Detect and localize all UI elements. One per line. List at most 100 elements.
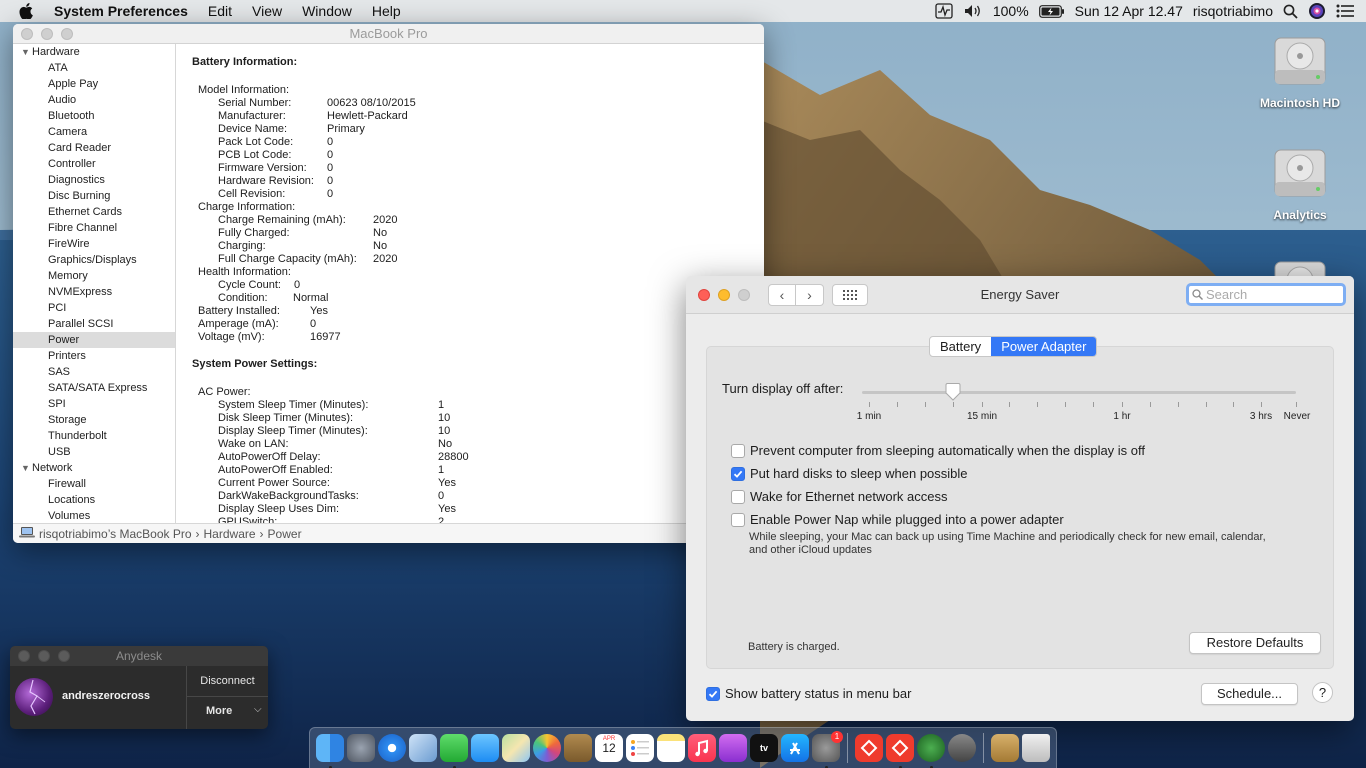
menu-view[interactable]: View: [242, 3, 292, 19]
sidebar-item-firewall[interactable]: Firewall: [13, 476, 175, 492]
path-item-power[interactable]: Power: [268, 527, 302, 541]
show-battery-checkbox[interactable]: [706, 686, 720, 701]
disk-sleep-option[interactable]: Put hard disks to sleep when possible: [731, 466, 968, 481]
sidebar-item-firewire[interactable]: FireWire: [13, 236, 175, 252]
sidebar-item-usb[interactable]: USB: [13, 444, 175, 460]
music-icon[interactable]: [688, 734, 716, 762]
battery-percentage[interactable]: 100%: [993, 3, 1029, 19]
facetime-icon[interactable]: [440, 734, 468, 768]
reminders-icon[interactable]: [626, 734, 654, 762]
sidebar-item-ata[interactable]: ATA: [13, 60, 175, 76]
menubar-username[interactable]: risqotriabimo: [1193, 3, 1273, 19]
desktop-icon-analytics[interactable]: Analytics: [1245, 144, 1355, 222]
display-off-slider-thumb[interactable]: [945, 383, 961, 401]
forward-button[interactable]: ›: [796, 283, 824, 306]
chevron-down-icon[interactable]: ⌵: [254, 704, 262, 715]
sidebar-item-printers[interactable]: Printers: [13, 348, 175, 364]
sidebar-item-parallel-scsi[interactable]: Parallel SCSI: [13, 316, 175, 332]
path-item-hardware[interactable]: Hardware: [204, 527, 256, 541]
menubar-clock[interactable]: Sun 12 Apr 12.47: [1075, 3, 1183, 19]
disclosure-triangle-icon[interactable]: ▼: [21, 44, 32, 60]
trash-icon[interactable]: [1022, 734, 1050, 762]
wake-ethernet-checkbox[interactable]: [731, 489, 745, 504]
disk-sleep-checkbox[interactable]: [731, 466, 745, 481]
notefile-icon[interactable]: [564, 734, 592, 762]
sidebar-item-ethernet-cards[interactable]: Ethernet Cards: [13, 204, 175, 220]
show-all-button[interactable]: [832, 283, 868, 306]
more-button[interactable]: More: [206, 705, 232, 717]
app-menu[interactable]: System Preferences: [54, 3, 198, 19]
sidebar-item-camera[interactable]: Camera: [13, 124, 175, 140]
search-input[interactable]: [1206, 287, 1336, 302]
sidebar-item-sas[interactable]: SAS: [13, 364, 175, 380]
sidebar-item-audio[interactable]: Audio: [13, 92, 175, 108]
siri-icon[interactable]: [1308, 2, 1326, 20]
archive-utility-icon[interactable]: [991, 734, 1019, 762]
apple-menu-icon[interactable]: [19, 3, 39, 19]
volume-icon[interactable]: [963, 3, 983, 19]
zoom-button[interactable]: [738, 288, 750, 301]
notification-center-icon[interactable]: [1336, 4, 1354, 18]
maps-icon[interactable]: [502, 734, 530, 762]
prevent-sleep-checkbox[interactable]: [731, 443, 745, 458]
launchpad-icon[interactable]: [347, 734, 375, 762]
menu-window[interactable]: Window: [292, 3, 362, 19]
tree-group-network[interactable]: ▼ Network: [13, 460, 175, 476]
calendar-icon[interactable]: APR 12: [595, 734, 623, 762]
activity-monitor-icon[interactable]: [935, 3, 953, 19]
globe-icon[interactable]: [917, 734, 945, 768]
sidebar-item-sata-sata-express[interactable]: SATA/SATA Express: [13, 380, 175, 396]
schedule-button[interactable]: Schedule...: [1201, 683, 1298, 705]
anydesk-icon[interactable]: [886, 734, 914, 768]
sidebar-item-bluetooth[interactable]: Bluetooth: [13, 108, 175, 124]
menu-help[interactable]: Help: [362, 3, 411, 19]
battery-charging-icon[interactable]: [1038, 4, 1065, 18]
photos-icon[interactable]: [533, 734, 561, 762]
back-button[interactable]: ‹: [768, 283, 796, 306]
app-store-icon[interactable]: [781, 734, 809, 762]
preview-icon[interactable]: [409, 734, 437, 762]
sidebar-item-graphics-displays[interactable]: Graphics/Displays: [13, 252, 175, 268]
disconnect-button[interactable]: Disconnect: [187, 675, 268, 687]
messages-icon[interactable]: [471, 734, 499, 762]
desktop-icon-macintosh-hd[interactable]: Macintosh HD: [1245, 32, 1355, 110]
podcasts-icon[interactable]: [719, 734, 747, 762]
sidebar-item-power[interactable]: Power: [13, 332, 175, 348]
restore-defaults-button[interactable]: Restore Defaults: [1189, 632, 1321, 654]
safari-icon[interactable]: [378, 734, 406, 762]
show-battery-option[interactable]: Show battery status in menu bar: [706, 686, 911, 701]
wake-ethernet-option[interactable]: Wake for Ethernet network access: [731, 489, 948, 504]
power-nap-checkbox[interactable]: [731, 512, 745, 527]
display-off-slider-track[interactable]: [862, 391, 1296, 394]
disclosure-triangle-icon[interactable]: ▼: [21, 460, 32, 476]
minimize-button[interactable]: [718, 288, 730, 301]
sidebar-item-fibre-channel[interactable]: Fibre Channel: [13, 220, 175, 236]
sidebar-item-card-reader[interactable]: Card Reader: [13, 140, 175, 156]
anydesk-icon[interactable]: [855, 734, 883, 762]
tab-power-adapter[interactable]: Power Adapter: [991, 337, 1097, 356]
sidebar-item-volumes[interactable]: Volumes: [13, 508, 175, 523]
sidebar-item-thunderbolt[interactable]: Thunderbolt: [13, 428, 175, 444]
power-nap-option[interactable]: Enable Power Nap while plugged into a po…: [731, 512, 1064, 527]
sidebar-item-pci[interactable]: PCI: [13, 300, 175, 316]
close-button[interactable]: [698, 288, 710, 301]
spotlight-search-icon[interactable]: [1283, 4, 1298, 19]
sidebar-item-storage[interactable]: Storage: [13, 412, 175, 428]
menu-edit[interactable]: Edit: [198, 3, 242, 19]
sidebar-item-disc-burning[interactable]: Disc Burning: [13, 188, 175, 204]
sidebar-item-memory[interactable]: Memory: [13, 268, 175, 284]
sidebar-item-controller[interactable]: Controller: [13, 156, 175, 172]
help-button[interactable]: ?: [1312, 682, 1333, 703]
finder-icon[interactable]: [316, 734, 344, 768]
tree-group-hardware[interactable]: ▼ Hardware: [13, 44, 175, 60]
notes-icon[interactable]: [657, 734, 685, 762]
search-field[interactable]: [1186, 283, 1346, 306]
sidebar-item-locations[interactable]: Locations: [13, 492, 175, 508]
prevent-sleep-option[interactable]: Prevent computer from sleeping automatic…: [731, 443, 1145, 458]
system-preferences-icon[interactable]: 1: [812, 731, 843, 768]
sidebar-item-nvmexpress[interactable]: NVMExpress: [13, 284, 175, 300]
sidebar-item-apple-pay[interactable]: Apple Pay: [13, 76, 175, 92]
tv-icon[interactable]: tv: [750, 734, 778, 762]
sidebar-item-diagnostics[interactable]: Diagnostics: [13, 172, 175, 188]
automator-icon[interactable]: [948, 734, 976, 762]
